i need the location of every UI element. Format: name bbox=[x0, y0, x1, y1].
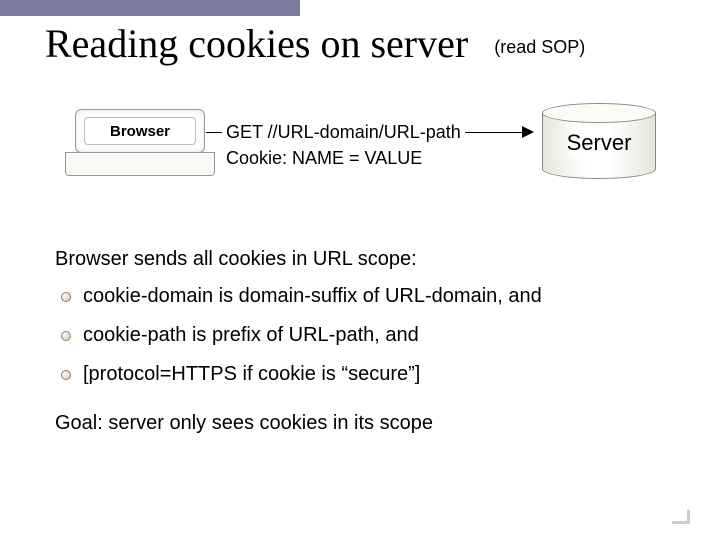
list-item: cookie-path is prefix of URL-path, and bbox=[55, 323, 665, 348]
browser-label: Browser bbox=[84, 117, 196, 145]
browser-icon: Browser bbox=[75, 109, 215, 176]
request-line-1: GET //URL-domain/URL-path bbox=[226, 119, 461, 145]
arrow-head-icon bbox=[522, 126, 534, 138]
decorative-stripe bbox=[0, 0, 300, 16]
diagram: Browser GET //URL-domain/URL-path Cookie… bbox=[0, 97, 720, 237]
resize-handle-icon bbox=[672, 510, 690, 524]
server-label: Server bbox=[567, 126, 632, 156]
slide-title: Reading cookies on server bbox=[45, 20, 468, 67]
intro-text: Browser sends all cookies in URL scope: bbox=[55, 247, 665, 272]
bullet-list: cookie-domain is domain-suffix of URL-do… bbox=[55, 284, 665, 387]
list-item: [protocol=HTTPS if cookie is “secure”] bbox=[55, 362, 665, 387]
slide-subtitle: (read SOP) bbox=[494, 29, 585, 58]
request-text: GET //URL-domain/URL-path Cookie: NAME =… bbox=[222, 119, 465, 171]
list-item: cookie-domain is domain-suffix of URL-do… bbox=[55, 284, 665, 309]
request-line-2: Cookie: NAME = VALUE bbox=[226, 145, 461, 171]
server-icon: Server bbox=[542, 103, 656, 179]
goal-text: Goal: server only sees cookies in its sc… bbox=[55, 411, 665, 436]
body-text: Browser sends all cookies in URL scope: … bbox=[0, 247, 720, 436]
